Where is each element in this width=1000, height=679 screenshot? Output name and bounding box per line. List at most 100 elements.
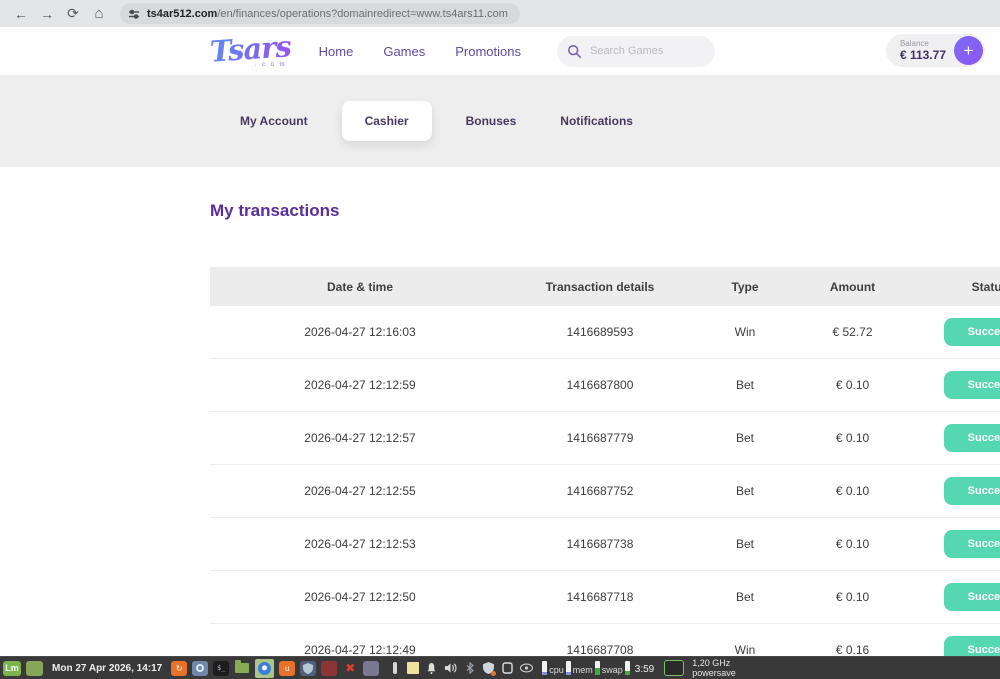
- tab-bonuses[interactable]: Bonuses: [456, 101, 527, 141]
- cell-details: 1416687752: [510, 484, 690, 498]
- table-row: 2026-04-27 12:16:03 1416689593 Win € 52.…: [210, 306, 1000, 359]
- deposit-plus-button[interactable]: +: [954, 36, 983, 65]
- taskbar-clock[interactable]: Mon 27 Apr 2026, 14:17: [52, 663, 162, 674]
- main-nav: Home Games Promotions: [319, 44, 521, 59]
- cpu-frequency-icon[interactable]: [664, 660, 684, 676]
- cpu-frequency-text: 1,20 GHz powersave: [692, 658, 736, 678]
- address-bar[interactable]: ts4ar512.com/en/finances/operations?doma…: [120, 3, 520, 24]
- taskbar: Lm Mon 27 Apr 2026, 14:17 ↻ $_ u ✖: [0, 656, 1000, 679]
- status-badge[interactable]: Success: [944, 583, 1000, 611]
- cell-amount: € 0.16: [800, 643, 905, 657]
- url-path: /en/finances/operations?domainredirect=w…: [217, 8, 508, 20]
- app-darkred-icon[interactable]: [321, 661, 337, 676]
- cell-datetime: 2026-04-27 12:12:55: [210, 484, 510, 498]
- status-badge[interactable]: Success: [944, 424, 1000, 452]
- browser-reload-button[interactable]: ⟳: [62, 3, 84, 25]
- app-orange-icon[interactable]: u: [279, 661, 295, 676]
- cell-datetime: 2026-04-27 12:16:03: [210, 325, 510, 339]
- browser-home-button[interactable]: ⌂: [88, 3, 110, 25]
- main-content: My transactions Date & time Transaction …: [0, 201, 1000, 677]
- show-desktop-button[interactable]: [26, 661, 43, 676]
- settings-app-icon[interactable]: [192, 661, 208, 676]
- status-badge[interactable]: Success: [944, 530, 1000, 558]
- volume-icon[interactable]: [444, 661, 457, 676]
- table-header-row: Date & time Transaction details Type Amo…: [210, 267, 1000, 306]
- nav-link-games[interactable]: Games: [383, 44, 425, 59]
- table-row: 2026-04-27 12:12:55 1416687752 Bet € 0.1…: [210, 465, 1000, 518]
- site-settings-icon: [128, 8, 140, 20]
- balance-text: Balance € 113.77: [900, 39, 946, 62]
- cpu-governor: powersave: [692, 668, 736, 678]
- browser-forward-button[interactable]: →: [36, 3, 58, 25]
- cpu-label: cpu: [549, 665, 564, 675]
- site-header: Tsars . c o m Home Games Promotions Bala…: [0, 27, 1000, 75]
- tab-my-account[interactable]: My Account: [230, 101, 318, 141]
- cell-details: 1416687718: [510, 590, 690, 604]
- app-purple-icon[interactable]: [363, 661, 379, 676]
- account-tab-band: My Account Cashier Bonuses Notifications: [0, 75, 1000, 167]
- shield-app-icon[interactable]: [300, 661, 316, 676]
- shield-badge: [491, 671, 496, 676]
- cell-type: Win: [690, 325, 800, 339]
- system-monitor: cpu mem swap 3:59: [542, 661, 654, 675]
- search-games-box[interactable]: [557, 36, 715, 67]
- cell-amount: € 0.10: [800, 378, 905, 392]
- file-manager-icon[interactable]: [234, 661, 250, 676]
- swap-label: swap: [602, 665, 623, 675]
- cell-type: Bet: [690, 590, 800, 604]
- temperature-icon[interactable]: [388, 661, 401, 676]
- cell-type: Bet: [690, 537, 800, 551]
- table-row: 2026-04-27 12:12:59 1416687800 Bet € 0.1…: [210, 359, 1000, 412]
- col-header-details: Transaction details: [510, 280, 690, 294]
- shield-glyph-icon: [303, 663, 313, 674]
- mem-bar: [595, 661, 600, 675]
- cell-datetime: 2026-04-27 12:12:53: [210, 537, 510, 551]
- status-badge[interactable]: Success: [944, 477, 1000, 505]
- col-header-type: Type: [690, 280, 800, 294]
- cell-datetime: 2026-04-27 12:12:49: [210, 643, 510, 657]
- monitor-bar: [542, 661, 547, 675]
- nav-link-home[interactable]: Home: [319, 44, 354, 59]
- col-header-status: Status: [905, 280, 1000, 294]
- search-icon: [567, 44, 582, 59]
- cell-amount: € 0.10: [800, 537, 905, 551]
- security-shield-icon[interactable]: [482, 661, 495, 676]
- system-tray: [388, 661, 533, 676]
- notification-bell-icon[interactable]: [425, 661, 438, 676]
- cell-amount: € 0.10: [800, 484, 905, 498]
- balance-area: Balance € 113.77 +: [886, 34, 985, 67]
- cell-details: 1416689593: [510, 325, 690, 339]
- cell-datetime: 2026-04-27 12:12:59: [210, 378, 510, 392]
- cell-amount: € 0.10: [800, 590, 905, 604]
- browser-toolbar: ← → ⟳ ⌂ ts4ar512.com/en/finances/operati…: [0, 0, 1000, 27]
- status-badge[interactable]: Success: [944, 371, 1000, 399]
- cell-amount: € 0.10: [800, 431, 905, 445]
- cell-type: Bet: [690, 484, 800, 498]
- search-input[interactable]: [590, 45, 700, 57]
- balance-pill[interactable]: Balance € 113.77 +: [886, 34, 985, 67]
- cell-type: Bet: [690, 431, 800, 445]
- status-badge[interactable]: Success: [944, 318, 1000, 346]
- url-text: ts4ar512.com/en/finances/operations?doma…: [147, 8, 508, 20]
- cell-datetime: 2026-04-27 12:12:57: [210, 431, 510, 445]
- clipboard-icon[interactable]: [501, 661, 514, 676]
- mem-label: mem: [573, 665, 593, 675]
- cell-type: Win: [690, 643, 800, 657]
- eye-icon[interactable]: [520, 661, 533, 676]
- browser-back-button[interactable]: ←: [10, 3, 32, 25]
- balance-value: € 113.77: [900, 49, 946, 62]
- mint-menu-button[interactable]: Lm: [3, 661, 21, 676]
- tsars-logo[interactable]: Tsars . c o m: [210, 34, 291, 68]
- app-red-x-icon[interactable]: ✖: [342, 661, 358, 676]
- update-manager-icon[interactable]: ↻: [171, 661, 187, 676]
- terminal-icon[interactable]: $_: [213, 661, 229, 676]
- tab-notifications[interactable]: Notifications: [550, 101, 643, 141]
- cpu-frequency-value: 1,20 GHz: [692, 658, 736, 668]
- nav-link-promotions[interactable]: Promotions: [455, 44, 521, 59]
- notes-icon[interactable]: [407, 662, 419, 674]
- table-row: 2026-04-27 12:12:53 1416687738 Bet € 0.1…: [210, 518, 1000, 571]
- tab-cashier[interactable]: Cashier: [342, 101, 432, 141]
- browser-window-active-icon[interactable]: [255, 659, 274, 678]
- bluetooth-icon[interactable]: [463, 661, 476, 676]
- cell-amount: € 52.72: [800, 325, 905, 339]
